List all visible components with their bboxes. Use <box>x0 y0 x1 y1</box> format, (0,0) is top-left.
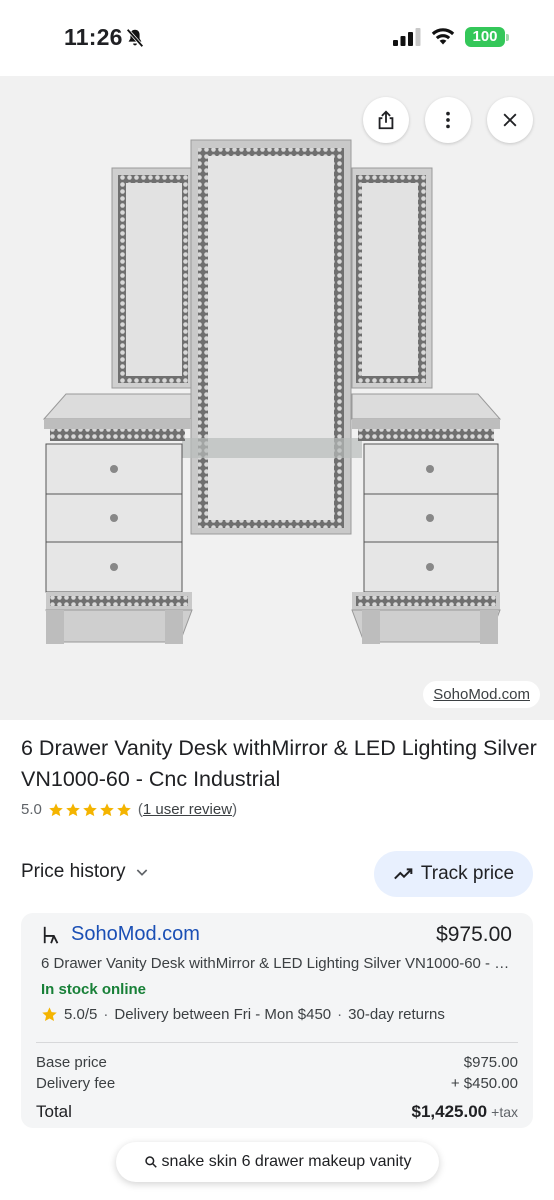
total-value: $1,425.00 <box>411 1102 488 1121</box>
divider <box>36 1042 518 1043</box>
search-icon <box>144 1156 157 1168</box>
star-icon <box>42 1007 57 1022</box>
review-link-wrapper[interactable]: (1 user review) <box>138 801 237 818</box>
share-icon <box>378 110 394 130</box>
delivery-fee-row: Delivery fee + $450.00 <box>36 1075 518 1092</box>
status-bar: 11:26 100 <box>0 0 554 76</box>
review-close-paren: ) <box>232 801 238 818</box>
close-icon <box>503 113 517 127</box>
trending-icon <box>393 868 413 880</box>
wifi-icon <box>431 28 455 45</box>
base-price-label: Base price <box>36 1054 107 1071</box>
delivery-info: Delivery between Fri - Mon $450 <box>114 1006 332 1023</box>
close-button[interactable] <box>487 97 533 143</box>
offer-card[interactable]: SohoMod.com $975.00 6 Drawer Vanity Desk… <box>21 913 533 1128</box>
base-price-row: Base price $975.00 <box>36 1054 518 1071</box>
chevron-down-icon <box>136 869 147 876</box>
returns-info: 30-day returns <box>348 1006 445 1023</box>
seller-rating: 5.0/5 <box>64 1006 98 1023</box>
star-icon <box>49 802 63 816</box>
star-rating <box>48 802 132 818</box>
offer-price: $975.00 <box>436 923 512 946</box>
track-price-button[interactable]: Track price <box>374 851 533 897</box>
status-time: 11:26 <box>64 24 123 50</box>
total-value-wrap: $1,425.00 +tax <box>412 1102 519 1122</box>
star-icon <box>66 802 80 816</box>
delivery-fee-value: + $450.00 <box>450 1075 518 1092</box>
stock-status: In stock online <box>41 981 147 998</box>
signal-icon <box>393 28 421 46</box>
star-icon <box>117 802 131 816</box>
rating-value: 5.0 <box>21 801 42 818</box>
related-search-query: snake skin 6 drawer makeup vanity <box>161 1153 412 1170</box>
merchant-row[interactable]: SohoMod.com <box>41 923 200 946</box>
more-vert-icon <box>446 111 450 129</box>
track-price-label: Track price <box>420 863 515 884</box>
bell-slash-icon <box>126 28 144 48</box>
separator: · <box>103 1006 109 1023</box>
battery-indicator: 100 <box>465 27 509 47</box>
separator: · <box>337 1006 343 1023</box>
more-options-button[interactable] <box>425 97 471 143</box>
battery-level: 100 <box>472 28 498 45</box>
product-image-area[interactable]: SohoMod.com <box>0 76 554 720</box>
delivery-fee-label: Delivery fee <box>36 1075 116 1092</box>
rating-row: 5.0 (1 user review) <box>21 801 237 818</box>
star-icon <box>100 802 114 816</box>
price-history-toggle[interactable]: Price history <box>21 861 150 883</box>
price-history-label: Price history <box>21 861 126 882</box>
offer-description: 6 Drawer Vanity Desk withMirror & LED Li… <box>41 955 516 972</box>
product-title: 6 Drawer Vanity Desk withMirror & LED Li… <box>21 736 537 791</box>
related-search-chip[interactable]: snake skin 6 drawer makeup vanity <box>116 1142 439 1182</box>
share-button[interactable] <box>363 97 409 143</box>
review-link[interactable]: 1 user review <box>143 801 232 818</box>
chair-icon <box>43 926 59 944</box>
star-icon <box>83 802 97 816</box>
product-image <box>42 139 502 644</box>
total-row: Total $1,425.00 +tax <box>36 1102 518 1122</box>
merchant-link[interactable]: SohoMod.com <box>71 923 200 946</box>
base-price-value: $975.00 <box>463 1054 518 1071</box>
image-source-link[interactable]: SohoMod.com <box>423 681 540 708</box>
tax-label: +tax <box>491 1104 518 1120</box>
offer-meta: 5.0/5 · Delivery between Fri - Mon $450 … <box>41 1006 445 1023</box>
total-label: Total <box>36 1102 72 1121</box>
